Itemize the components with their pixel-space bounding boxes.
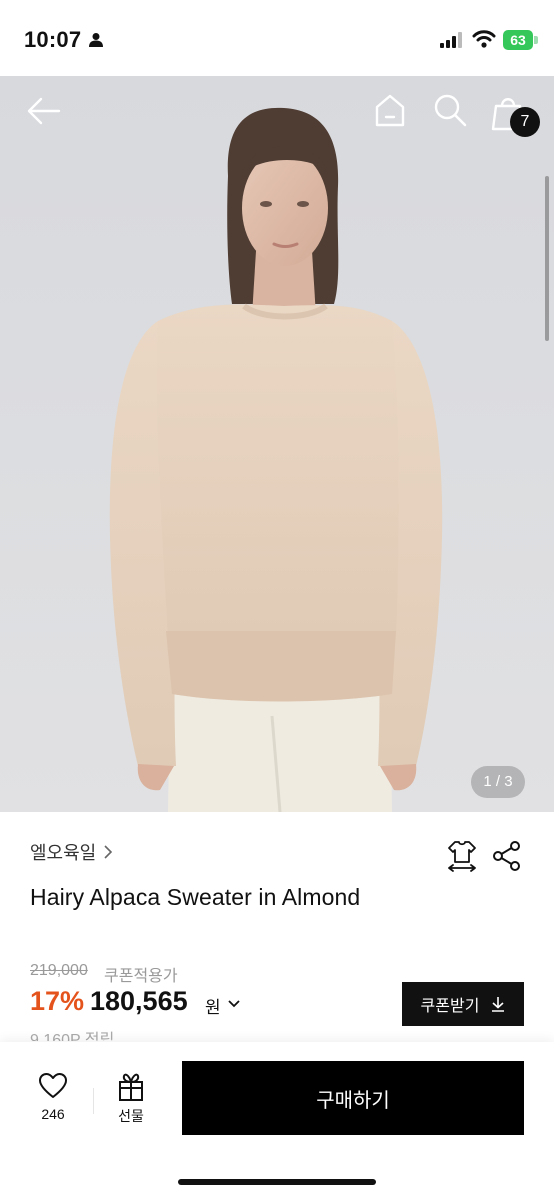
chevron-right-icon — [104, 845, 113, 859]
product-photo — [109, 107, 443, 812]
sale-price: 180,565 — [90, 986, 188, 1016]
wifi-icon — [472, 30, 496, 48]
brand-link[interactable]: 엘오육일 — [30, 839, 114, 865]
back-arrow-icon[interactable] — [26, 96, 62, 126]
bottom-action-bar: 246 선물 구매하기 — [0, 1042, 554, 1200]
gift-button[interactable]: 선물 — [108, 1072, 154, 1126]
points-info: 9,160P 적립 — [30, 1032, 115, 1041]
battery-tip — [534, 36, 538, 44]
currency-unit: 원 — [205, 998, 221, 1017]
download-icon — [492, 997, 505, 1012]
coupon-price-label: 쿠폰적용가 — [104, 968, 178, 985]
product-title: Hairy Alpaca Sweater in Almond — [30, 884, 361, 910]
battery-level: 63 — [510, 32, 526, 48]
wishlist-button[interactable]: 246 — [30, 1072, 76, 1122]
home-indicator[interactable] — [178, 1179, 376, 1185]
size-fit-icon[interactable] — [446, 839, 478, 873]
gift-label: 선물 — [118, 1108, 144, 1124]
cart-count-badge[interactable]: 7 — [510, 107, 540, 137]
signal-icon — [440, 32, 462, 48]
heart-icon — [39, 1073, 67, 1098]
person-icon — [89, 33, 103, 47]
gallery-page-indicator: 1 / 3 — [471, 766, 525, 798]
search-icon[interactable] — [432, 92, 468, 128]
wishlist-count: 246 — [41, 1106, 65, 1122]
divider — [93, 1088, 94, 1114]
share-icon[interactable] — [492, 840, 522, 872]
coupon-button-label: 쿠폰받기 — [420, 998, 480, 1015]
original-price: 219,000 — [30, 962, 88, 979]
status-bar: 10:07 63 — [0, 0, 554, 76]
buy-button-label: 구매하기 — [316, 1089, 390, 1112]
status-time: 10:07 — [24, 27, 82, 52]
chevron-down-icon[interactable] — [227, 998, 241, 1010]
brand-name: 엘오육일 — [30, 843, 97, 863]
battery-icon: 63 — [503, 30, 533, 50]
coupon-download-button[interactable]: 쿠폰받기 — [402, 982, 524, 1026]
buy-button[interactable]: 구매하기 — [182, 1061, 524, 1135]
scrollbar-thumb[interactable] — [545, 176, 549, 341]
discount-rate: 17% — [30, 986, 85, 1016]
gift-icon — [119, 1073, 143, 1101]
product-image[interactable]: 7 1 / 3 — [0, 76, 554, 812]
home-icon[interactable] — [372, 92, 408, 128]
